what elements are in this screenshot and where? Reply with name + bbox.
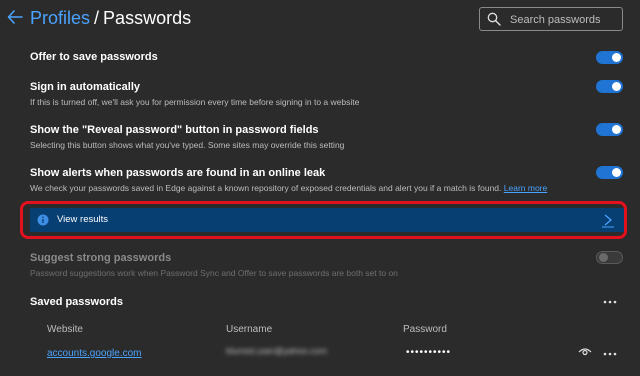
reveal-button-toggle[interactable] — [596, 123, 623, 136]
reveal-button-title: Show the "Reveal password" button in pas… — [30, 124, 319, 136]
column-header-username[interactable]: Username — [226, 324, 272, 335]
row-more-icon[interactable] — [603, 351, 617, 357]
toggle-knob — [612, 82, 621, 91]
toggle-knob — [599, 253, 608, 262]
leak-alerts-toggle[interactable] — [596, 166, 623, 179]
eye-icon[interactable] — [578, 347, 592, 357]
suggest-strong-toggle[interactable] — [596, 251, 623, 264]
search-input[interactable] — [508, 10, 622, 30]
learn-more-link[interactable]: Learn more — [504, 183, 547, 193]
toggle-knob — [612, 125, 621, 134]
breadcrumb-profiles-link[interactable]: Profiles — [30, 8, 90, 28]
leak-alerts-title: Show alerts when passwords are found in … — [30, 167, 326, 179]
reveal-button-description: Selecting this button shows what you've … — [30, 140, 345, 150]
suggest-strong-description: Password suggestions work when Password … — [30, 268, 398, 278]
more-icon[interactable] — [603, 299, 617, 305]
column-header-website[interactable]: Website — [47, 324, 83, 335]
page-header: Profiles / Passwords — [0, 0, 640, 40]
sign-in-auto-description: If this is turned off, we'll ask you for… — [30, 97, 360, 107]
offer-save-toggle[interactable] — [596, 51, 623, 64]
offer-save-title: Offer to save passwords — [30, 51, 158, 63]
column-header-password[interactable]: Password — [403, 324, 447, 335]
leak-alerts-description: We check your passwords saved in Edge ag… — [30, 183, 547, 193]
password-value: •••••••••• — [406, 347, 452, 358]
highlight-annotation — [20, 201, 627, 239]
search-box[interactable] — [479, 7, 623, 31]
breadcrumb: Profiles / Passwords — [30, 7, 191, 29]
toggle-knob — [612, 168, 621, 177]
sign-in-auto-title: Sign in automatically — [30, 81, 141, 93]
leak-alerts-description-text: We check your passwords saved in Edge ag… — [30, 183, 502, 193]
saved-passwords-title: Saved passwords — [30, 296, 123, 308]
suggest-strong-title: Suggest strong passwords — [30, 252, 172, 264]
search-icon — [487, 12, 501, 26]
toggle-knob — [612, 53, 621, 62]
back-arrow-icon[interactable] — [6, 8, 24, 26]
website-link[interactable]: accounts.google.com — [47, 348, 142, 359]
page-title: Passwords — [103, 8, 192, 28]
username-value: blurred.user@yahoo.com — [226, 346, 328, 356]
sign-in-auto-toggle[interactable] — [596, 80, 623, 93]
breadcrumb-separator: / — [94, 8, 100, 28]
